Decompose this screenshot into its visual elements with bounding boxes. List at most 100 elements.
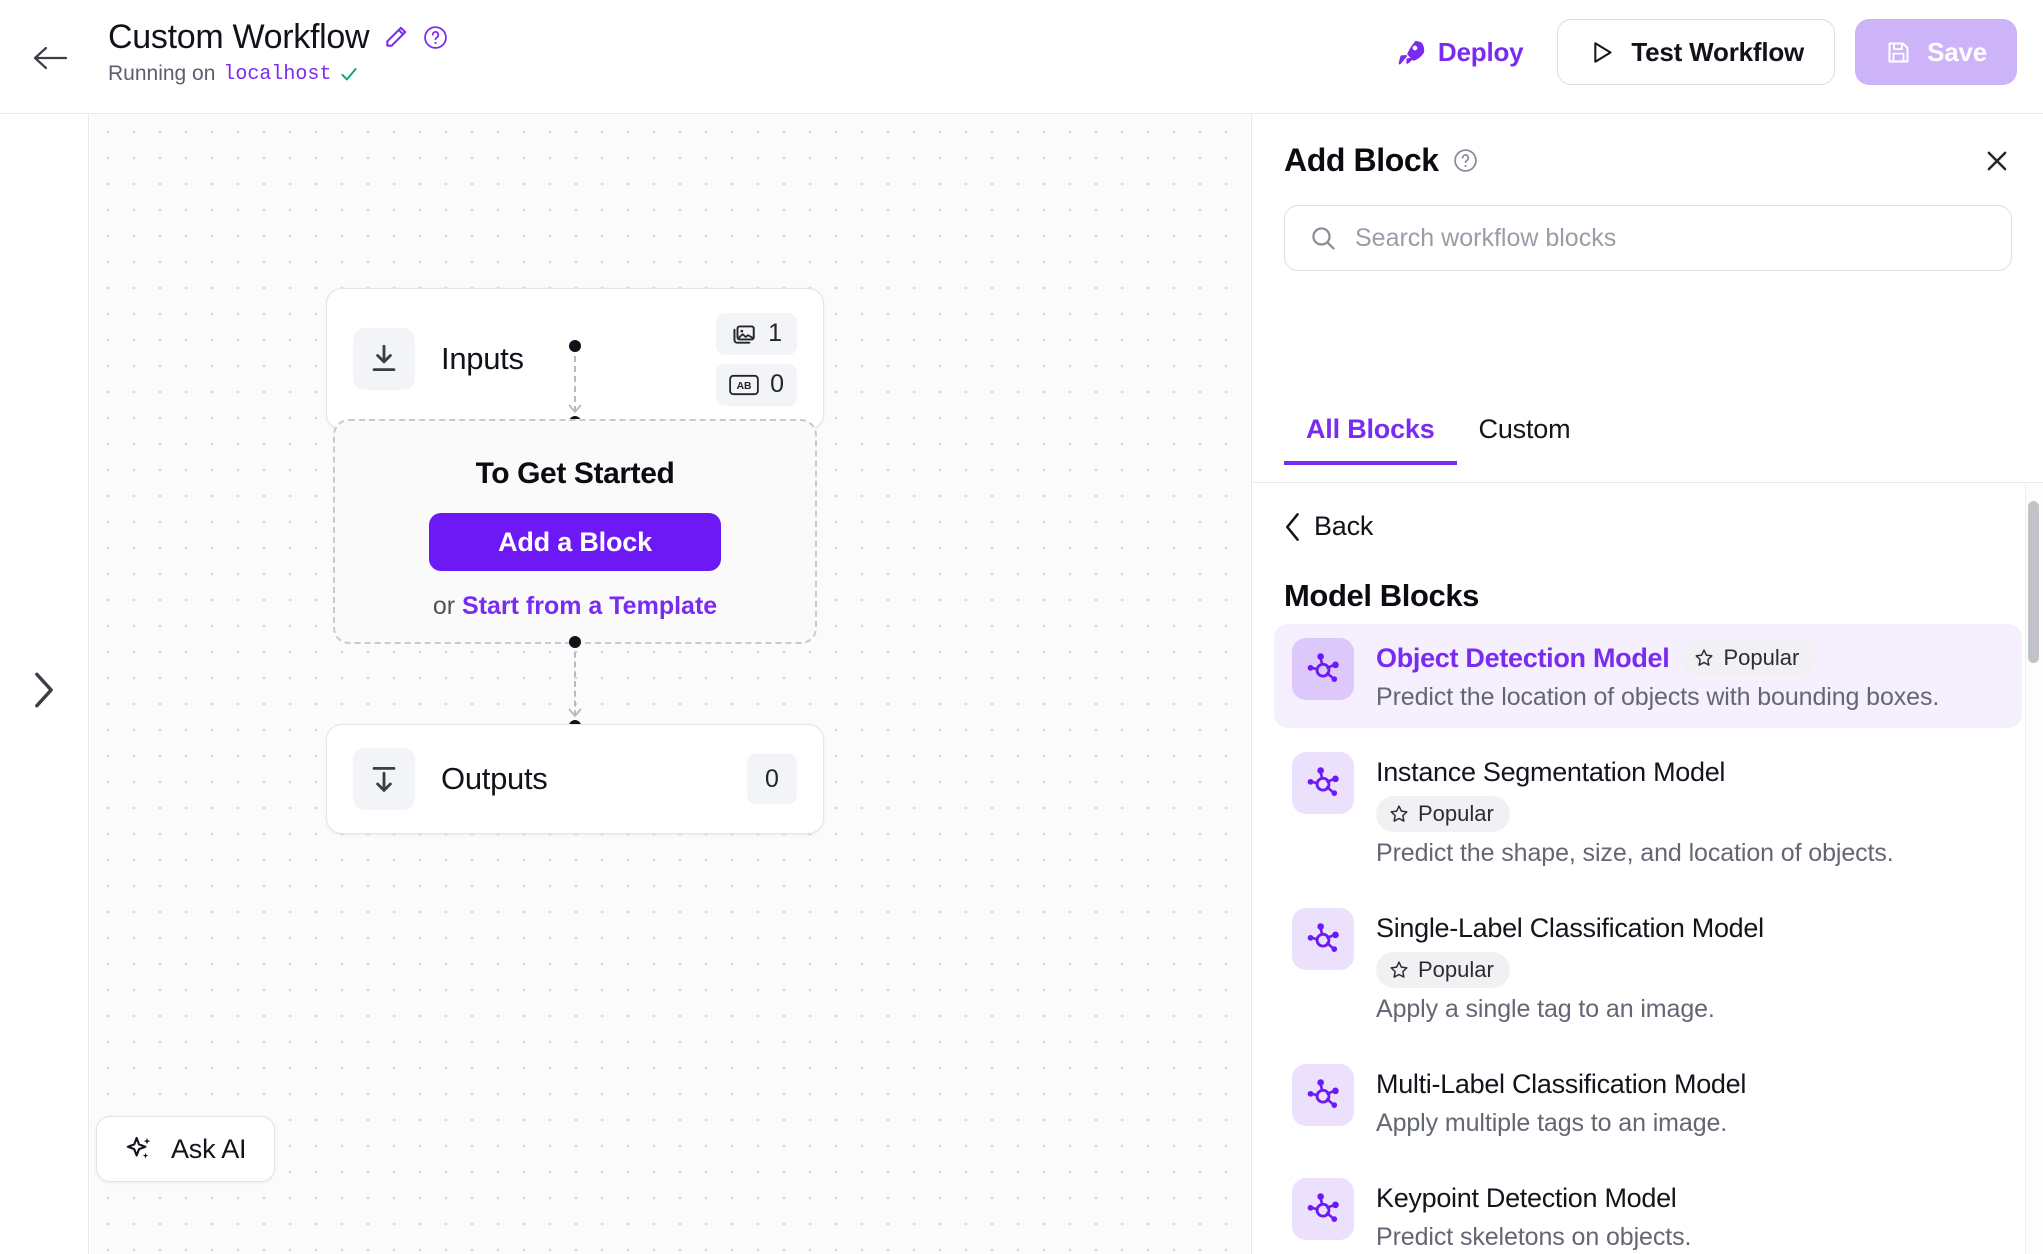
block-title: Object Detection Model	[1376, 643, 1670, 673]
block-description: Predict skeletons on objects.	[1376, 1223, 1692, 1251]
workflow-title-block: Custom Workflow Running on localhost	[108, 14, 448, 86]
connector-arrowhead-2	[568, 708, 582, 717]
deploy-button[interactable]: Deploy	[1382, 27, 1537, 78]
get-started-title: To Get Started	[475, 457, 675, 490]
star-icon	[1695, 649, 1713, 666]
model-node-graph-icon-tile	[1292, 638, 1354, 700]
connector-arrowhead	[568, 404, 582, 413]
inputs-icon-tile	[353, 328, 415, 390]
block-description: Predict the location of objects with bou…	[1376, 683, 1940, 711]
connector-card-to-outputs	[568, 636, 582, 732]
runtime-status: Running on localhost	[108, 62, 448, 86]
floppy-disk-icon	[1888, 41, 1909, 63]
left-rail	[0, 114, 89, 1254]
start-from-template-row: or Start from a Template	[433, 592, 717, 621]
search-input[interactable]	[1355, 223, 1987, 253]
close-icon[interactable]	[1982, 146, 2012, 176]
model-node-graph-icon	[1307, 767, 1339, 796]
play-icon	[1594, 41, 1612, 63]
sparkles-icon	[126, 1136, 151, 1159]
arrow-down-to-line-icon	[372, 344, 396, 372]
add-block-panel: Add Block All Blocks Custom	[1251, 114, 2043, 1254]
ab-text-icon: AB	[729, 374, 759, 395]
add-a-block-button[interactable]: Add a Block	[429, 513, 721, 571]
save-label: Save	[1927, 36, 1987, 67]
block-item[interactable]: Instance Segmentation Model Popular Pred…	[1274, 738, 2022, 884]
rocket-icon	[1398, 40, 1425, 65]
workflow-canvas[interactable]: Inputs 1 AB 0 To Get Started Add a Block…	[90, 114, 1250, 1254]
inputs-node-badges: 1 AB 0	[716, 312, 797, 406]
block-title-row: Single-Label Classification Model Popula…	[1376, 910, 2004, 988]
pencil-icon[interactable]	[383, 24, 409, 50]
outputs-icon-tile	[353, 748, 415, 810]
text-count-badge: AB 0	[716, 363, 797, 406]
model-node-graph-icon	[1307, 653, 1339, 682]
star-icon	[1390, 805, 1408, 822]
model-node-graph-icon	[1307, 1079, 1339, 1108]
images-count-value: 1	[768, 319, 782, 347]
connector-dot-start	[569, 340, 581, 352]
outputs-node[interactable]: Outputs 0	[326, 724, 824, 834]
panel-scrollbar-thumb[interactable]	[2028, 501, 2039, 663]
test-workflow-label: Test Workflow	[1631, 36, 1805, 67]
or-label: or	[432, 592, 463, 620]
title-row: Custom Workflow	[108, 14, 448, 60]
panel-header: Add Block	[1252, 114, 2043, 271]
panel-body: Back Model Blocks Object Detection Model	[1252, 483, 2043, 1254]
page-title: Custom Workflow	[108, 18, 370, 56]
block-item[interactable]: Object Detection Model Popular Predict t…	[1274, 624, 2022, 728]
panel-tabs: All Blocks Custom	[1284, 414, 1592, 465]
expand-sidebar-button[interactable]	[20, 666, 68, 714]
check-icon	[341, 68, 358, 81]
images-count-badge: 1	[716, 312, 797, 355]
get-started-card: To Get Started Add a Block or Start from…	[333, 419, 817, 644]
ask-ai-button[interactable]: Ask AI	[96, 1116, 276, 1182]
popular-pill-label: Popular	[1418, 957, 1494, 982]
block-title: Multi-Label Classification Model	[1376, 1069, 1747, 1099]
images-icon	[733, 324, 755, 344]
block-title: Instance Segmentation Model	[1376, 757, 1726, 787]
start-from-template-link[interactable]: Start from a Template	[462, 592, 717, 620]
question-circle-icon[interactable]	[423, 25, 448, 50]
deploy-label: Deploy	[1437, 36, 1524, 67]
panel-title-row: Add Block	[1284, 142, 2012, 179]
block-description: Apply a single tag to an image.	[1376, 995, 1715, 1023]
block-text: Single-Label Classification Model Popula…	[1376, 908, 2004, 1026]
text-count-value: 0	[770, 370, 784, 398]
outputs-count-badge: 0	[747, 754, 797, 804]
block-title-row: Multi-Label Classification Model	[1376, 1066, 2004, 1102]
panel-title: Add Block	[1284, 142, 1439, 178]
block-title: Single-Label Classification Model	[1376, 913, 1764, 943]
panel-scrollbar-track[interactable]	[2025, 483, 2043, 1254]
block-item[interactable]: Keypoint Detection Model Predict skeleto…	[1274, 1164, 2022, 1254]
block-text: Object Detection Model Popular Predict t…	[1376, 638, 2004, 714]
block-item[interactable]: Single-Label Classification Model Popula…	[1274, 894, 2022, 1040]
back-button[interactable]	[30, 38, 70, 78]
test-workflow-button[interactable]: Test Workflow	[1557, 19, 1836, 85]
question-circle-icon[interactable]	[1453, 148, 1478, 173]
search-box[interactable]	[1284, 205, 2012, 271]
tab-all-blocks[interactable]: All Blocks	[1284, 414, 1457, 465]
block-title-row: Keypoint Detection Model	[1376, 1180, 2004, 1216]
popular-pill: Popular	[1376, 796, 1510, 832]
tab-custom[interactable]: Custom	[1457, 414, 1593, 465]
popular-pill-label: Popular	[1418, 801, 1494, 826]
arrow-down-from-line-icon	[372, 766, 396, 792]
block-text: Keypoint Detection Model Predict skeleto…	[1376, 1178, 2004, 1254]
model-node-graph-icon-tile	[1292, 1064, 1354, 1126]
save-button[interactable]: Save	[1855, 19, 2017, 85]
chevron-left-icon	[1285, 512, 1299, 541]
block-title-row: Instance Segmentation Model Popular	[1376, 754, 2004, 832]
model-node-graph-icon	[1307, 1193, 1339, 1222]
connector-dot-start-2	[569, 636, 581, 648]
popular-pill: Popular	[1681, 640, 1816, 676]
star-icon	[1390, 961, 1408, 978]
app-header: Custom Workflow Running on localhost Dep…	[0, 0, 2043, 114]
block-item[interactable]: Multi-Label Classification Model Apply m…	[1274, 1050, 2022, 1154]
model-node-graph-icon	[1307, 923, 1339, 952]
back-button-panel[interactable]: Back	[1284, 511, 1414, 542]
model-node-graph-icon-tile	[1292, 908, 1354, 970]
